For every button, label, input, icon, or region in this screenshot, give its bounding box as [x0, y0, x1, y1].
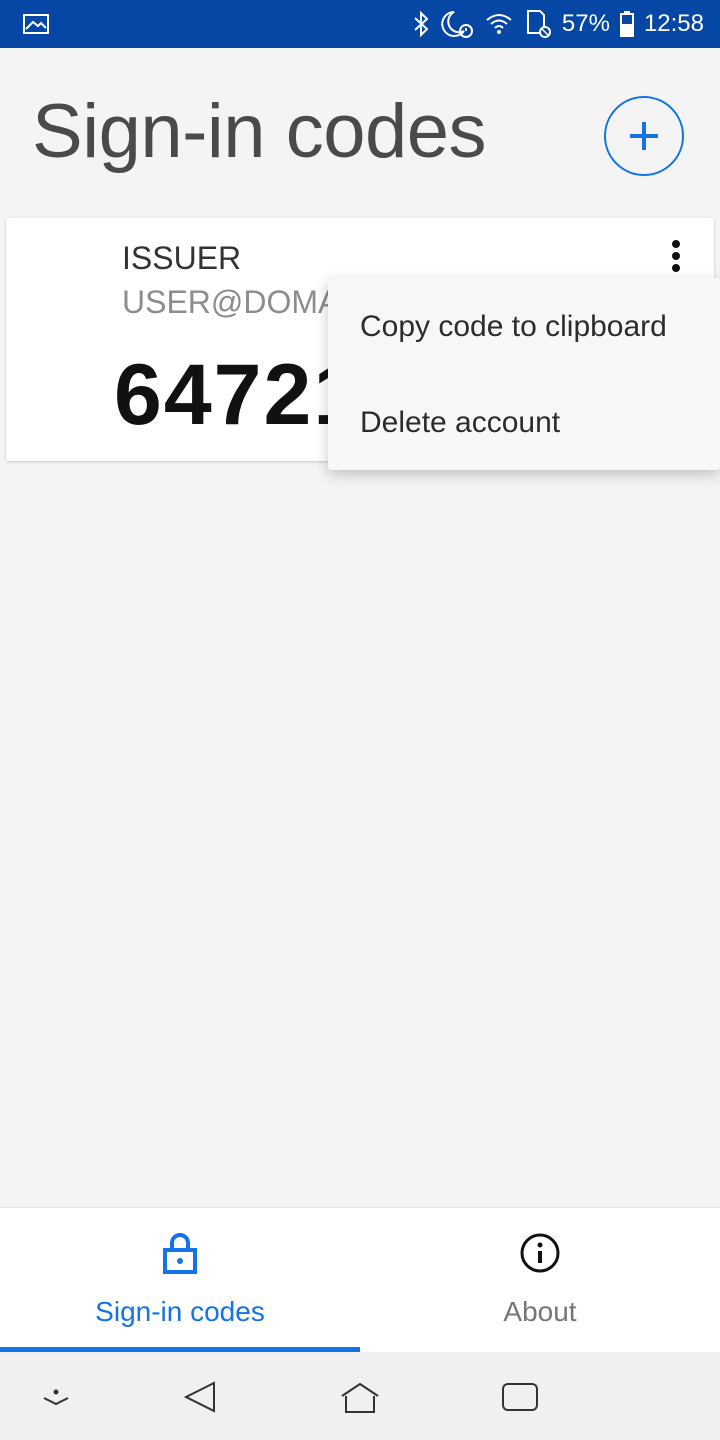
battery-percent: 57% — [561, 10, 610, 37]
account-issuer: ISSUER — [122, 240, 242, 276]
add-account-button[interactable] — [604, 96, 684, 176]
bottom-navigation: Sign-in codes About — [0, 1207, 720, 1353]
account-user: USER@DOMA — [122, 284, 340, 320]
wifi-icon — [486, 14, 512, 34]
tab-sign-in-codes[interactable]: Sign-in codes — [0, 1208, 360, 1353]
more-vertical-icon[interactable] — [664, 238, 688, 274]
info-icon — [520, 1233, 560, 1273]
one-time-code: 64721 — [114, 347, 364, 443]
chevron-down-icon[interactable] — [40, 1380, 72, 1412]
back-icon[interactable] — [182, 1380, 218, 1416]
battery-icon — [619, 11, 634, 37]
home-icon[interactable] — [340, 1380, 380, 1416]
image-icon — [23, 14, 49, 34]
tab-about[interactable]: About — [360, 1208, 720, 1353]
page-title: Sign-in codes — [32, 89, 487, 174]
sd-card-icon — [526, 10, 551, 38]
menu-item-copy-code[interactable]: Copy code to clipboard — [360, 310, 667, 344]
moon-alarm-icon — [441, 11, 473, 38]
system-navigation-bar — [0, 1352, 720, 1440]
clock: 12:58 — [643, 10, 704, 37]
account-context-menu: Copy code to clipboard Delete account — [328, 278, 720, 470]
status-bar: 57% 12:58 — [0, 0, 720, 48]
bluetooth-icon — [414, 10, 429, 38]
tab-label-about: About — [503, 1296, 577, 1327]
tab-label-sign-in-codes: Sign-in codes — [95, 1296, 265, 1327]
lock-icon — [163, 1233, 197, 1274]
plus-icon — [630, 122, 658, 150]
menu-item-delete-account[interactable]: Delete account — [360, 406, 560, 440]
recents-icon[interactable] — [500, 1380, 540, 1416]
